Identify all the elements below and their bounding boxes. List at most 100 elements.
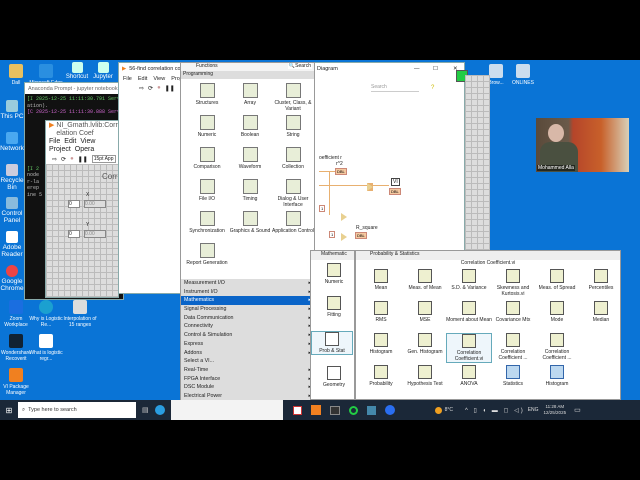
stat-item-mean[interactable]: Mean: [358, 269, 404, 291]
run-icon[interactable]: ⇨: [139, 85, 144, 92]
menu-file[interactable]: File: [123, 76, 132, 82]
function-item-boolean[interactable]: Boolean: [228, 115, 272, 138]
task-view-icon[interactable]: ▤: [142, 406, 149, 414]
category-express[interactable]: Express: [181, 340, 314, 349]
run-continuous-icon[interactable]: ⟳: [61, 156, 66, 163]
desktop-icon[interactable]: Jupyter: [88, 62, 118, 81]
function-item-string[interactable]: String: [271, 115, 315, 138]
title-bar[interactable]: Anaconda Prompt - jupyter notebook: [25, 83, 123, 94]
app-icon[interactable]: [292, 405, 302, 415]
menu-project[interactable]: Project: [49, 146, 71, 154]
constant[interactable]: 1: [329, 231, 336, 238]
run-continuous-icon[interactable]: ⟳: [148, 85, 153, 92]
stat-item-correlation-coefficient-[interactable]: Correlation Coefficient ...: [534, 333, 580, 361]
desktop-icon[interactable]: Network: [0, 132, 24, 152]
stat-item-gen-histogram[interactable]: Gen. Histogram: [402, 333, 448, 355]
function-item-array[interactable]: Array: [228, 83, 272, 106]
stat-item-meas-of-spread[interactable]: Meas. of Spread: [534, 269, 580, 291]
stat-item-median[interactable]: Median: [578, 301, 624, 323]
desktop-icon[interactable]: Google Chrome: [0, 265, 24, 292]
mathematics-palette[interactable]: Mathematic Numeric Fitting Prob & Stat G…: [310, 250, 355, 400]
diagram-search-input[interactable]: Search: [371, 84, 419, 92]
start-button[interactable]: ⊞: [0, 406, 18, 415]
function-item-dialog-user-interface[interactable]: Dialog & User Interface: [271, 179, 315, 208]
stat-item-rms[interactable]: RMS: [358, 301, 404, 323]
function-item-waveform[interactable]: Waveform: [228, 147, 272, 170]
app-icon[interactable]: [348, 405, 358, 415]
math-item-prob-stat[interactable]: Prob & Stat: [311, 331, 353, 355]
taskbar-search[interactable]: ⌕ Type here to search: [18, 402, 136, 418]
constant[interactable]: 1: [319, 205, 326, 212]
function-item-structures[interactable]: Structures: [185, 83, 229, 106]
function-item-comparison[interactable]: Comparison: [185, 147, 229, 170]
category-dsc-module[interactable]: DSC Module: [181, 383, 314, 392]
function-item-application-control[interactable]: Application Control: [271, 211, 315, 234]
stat-item-percentiles[interactable]: Percentiles: [578, 269, 624, 291]
minimize-button[interactable]: —: [414, 66, 420, 72]
desktop-icon[interactable]: VI Package Manager: [0, 368, 34, 396]
front-panel-window[interactable]: ▶ NI_Gmath.lvlib:Correlation Coef File Edi…: [45, 120, 119, 298]
desktop-icon[interactable]: Adobe Reader: [0, 231, 24, 258]
desktop-icon[interactable]: This PC: [0, 100, 24, 120]
function-item-collection[interactable]: Collection: [271, 147, 315, 170]
math-item-numeric[interactable]: Numeric: [311, 263, 357, 285]
maximize-button[interactable]: ☐: [433, 66, 438, 72]
stat-item-histogram[interactable]: Histogram: [358, 333, 404, 355]
category-fpga-interface[interactable]: FPGA Interface: [181, 375, 314, 384]
desktop-icon[interactable]: Control Panel: [0, 197, 24, 224]
category-real-time[interactable]: Real-Time: [181, 366, 314, 375]
category-select-a-vi-[interactable]: Select a VI...: [181, 357, 314, 366]
stat-item-correlation-coefficient-vi[interactable]: Correlation Coefficient.vi: [446, 333, 492, 363]
menu-edit[interactable]: Edit: [138, 76, 147, 82]
probability-statistics-palette[interactable]: Probability & Statistics Correlation Coe…: [355, 250, 621, 400]
desktop-icon[interactable]: ONLINES: [505, 64, 541, 86]
run-icon[interactable]: ⇨: [52, 156, 57, 163]
math-item-fitting[interactable]: Fitting: [311, 296, 357, 318]
desktop-icon[interactable]: Interpolation of 15 ranges: [62, 300, 98, 328]
stat-item-probability[interactable]: Probability: [358, 365, 404, 387]
weather-temp[interactable]: 8°C: [445, 407, 453, 413]
menu-edit[interactable]: Edit: [64, 138, 76, 146]
desktop-icon[interactable]: Recycle Bin: [0, 164, 24, 191]
functions-palette[interactable]: Functions 🔍Search Programming Structures…: [180, 62, 315, 401]
labview-taskbar-icon[interactable]: [310, 405, 321, 415]
desktop-icon[interactable]: Why is Logistic Re...: [28, 300, 64, 328]
stat-item-skewness-and-kurtosis-vi[interactable]: Skewness and Kurtosis.vi: [490, 269, 536, 297]
math-item-geometry[interactable]: Geometry: [311, 366, 357, 388]
stat-item-correlation-coefficient-[interactable]: Correlation Coefficient ...: [490, 333, 536, 361]
edge-icon[interactable]: [154, 405, 165, 415]
tray-icons[interactable]: ^ ▯ ◖ ▬ ◻ ◁): [465, 407, 525, 414]
menu-view[interactable]: View: [80, 138, 95, 146]
category-mathematics[interactable]: Mathematics: [181, 296, 314, 306]
pause-icon[interactable]: ❚❚: [165, 85, 175, 92]
category-instrument-i-o[interactable]: Instrument I/O: [181, 288, 314, 297]
subtract-node[interactable]: [341, 233, 347, 241]
stat-item-histogram[interactable]: Histogram: [534, 365, 580, 387]
pause-icon[interactable]: ❚❚: [78, 156, 88, 163]
font-select[interactable]: 15pt App: [91, 155, 116, 163]
stat-item-meas-of-mean[interactable]: Meas. of Mean: [402, 269, 448, 291]
rsquare-indicator[interactable]: DBL: [355, 232, 367, 239]
zoom-taskbar-icon[interactable]: [384, 405, 395, 415]
stat-item-covariance-mtx[interactable]: Covariance Mtx: [490, 301, 536, 323]
menu-operate[interactable]: Opera: [75, 146, 94, 154]
notifications-icon[interactable]: ▭: [574, 406, 581, 414]
python-taskbar-icon[interactable]: [366, 405, 376, 415]
stat-item-anova[interactable]: ANOVA: [446, 365, 492, 387]
function-item-cluster-class-variant[interactable]: Cluster, Class, & Variant: [271, 83, 315, 112]
clock[interactable]: 11:28 AM 12/25/2025: [544, 404, 567, 416]
function-item-graphics-sound[interactable]: Graphics & Sound: [228, 211, 272, 234]
category-header[interactable]: Programming: [181, 71, 314, 79]
function-item-numeric[interactable]: Numeric: [185, 115, 229, 138]
help-icon[interactable]: ?: [431, 85, 434, 91]
language-indicator[interactable]: ENG: [528, 407, 539, 413]
panel-canvas[interactable]: Corr X 0 0.00 Y 0 0.00: [46, 164, 118, 297]
function-item-synchronization[interactable]: Synchronization: [185, 211, 229, 234]
category-control-simulation[interactable]: Control & Simulation: [181, 331, 314, 340]
desktop-icon[interactable]: What is logistic regr...: [28, 334, 64, 362]
stat-item-mode[interactable]: Mode: [534, 301, 580, 323]
category-measurement-i-o[interactable]: Measurement I/O: [181, 279, 314, 288]
stat-item-hypothesis-test[interactable]: Hypothesis Test: [402, 365, 448, 387]
subtract-node[interactable]: [341, 213, 347, 221]
terminal-taskbar-icon[interactable]: [329, 405, 340, 415]
